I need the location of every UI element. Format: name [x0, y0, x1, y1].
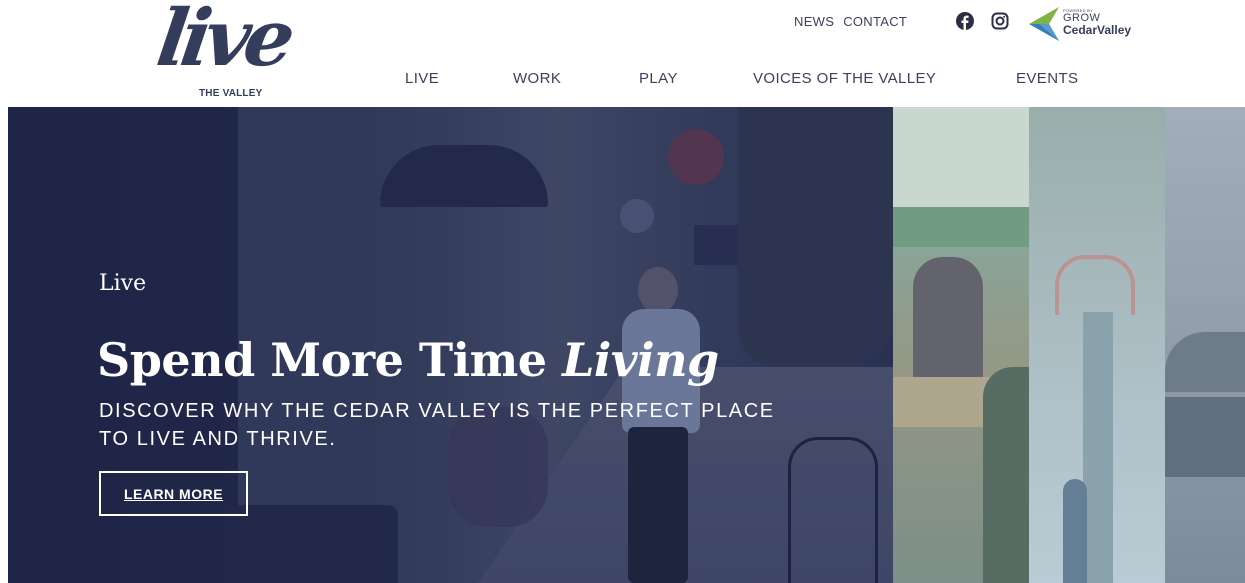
hero-subtitle: DISCOVER WHY THE CEDAR VALLEY IS THE PER… [99, 400, 775, 450]
utility-nav: NEWS CONTACT [794, 14, 916, 29]
hero-banner: Live Spend More Time Living DISCOVER WHY… [8, 107, 1245, 583]
hero-side-overlay [893, 107, 1245, 583]
instagram-icon[interactable] [991, 12, 1009, 30]
nav-item-play[interactable]: PLAY [639, 70, 678, 87]
facebook-icon[interactable] [956, 12, 974, 30]
nav-item-live[interactable]: LIVE [405, 70, 439, 87]
cedar-valley-label: CedarValley [1063, 23, 1132, 37]
hero-title: Spend More Time Living [97, 333, 719, 387]
main-nav: LIVE WORK PLAY VOICES OF THE VALLEY EVEN… [0, 70, 1245, 92]
grow-chevron-icon [1029, 7, 1059, 41]
utility-link-contact[interactable]: CONTACT [843, 14, 907, 29]
hero-eyebrow: Live [99, 271, 147, 296]
utility-link-news[interactable]: NEWS [794, 14, 834, 29]
site-header: live THE VALLEY NEWS CONTACT POWERED BY … [0, 0, 1245, 107]
nav-item-work[interactable]: WORK [513, 70, 561, 87]
hero-title-plain: Spend More Time [97, 333, 563, 387]
nav-item-events[interactable]: EVENTS [1016, 70, 1078, 87]
grow-logo-text: POWERED BY GROW CedarValley [1063, 5, 1131, 37]
learn-more-button[interactable]: LEARN MORE [99, 471, 248, 516]
logo-script-text: live [151, 0, 295, 84]
hero-title-italic: Living [562, 333, 719, 387]
nav-item-voices-of-the-valley[interactable]: VOICES OF THE VALLEY [753, 70, 936, 87]
grow-cedar-valley-logo[interactable]: POWERED BY GROW CedarValley [1027, 5, 1145, 43]
